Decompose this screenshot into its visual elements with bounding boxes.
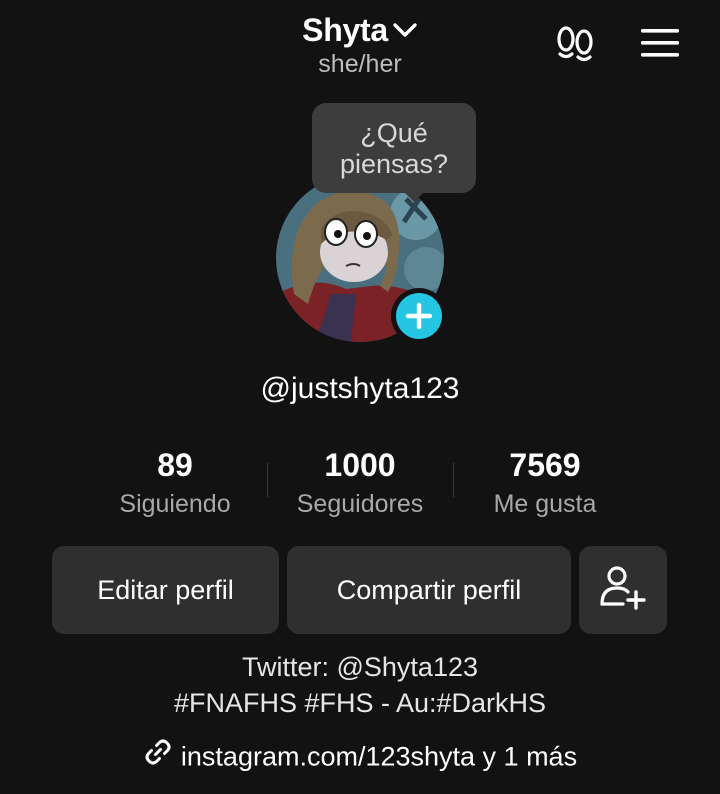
followers-label: Seguidores (296, 490, 424, 518)
hamburger-menu-icon[interactable] (638, 26, 682, 60)
plus-icon[interactable] (396, 293, 442, 339)
add-friend-button[interactable] (579, 546, 667, 634)
username: @justshyta123 (260, 372, 460, 405)
following-label: Siguiendo (119, 490, 231, 518)
chevron-down-icon[interactable] (392, 11, 418, 48)
add-user-icon (599, 564, 647, 617)
note-bubble-line-2: piensas? (339, 149, 449, 179)
pronouns: she/her (318, 50, 402, 78)
edit-profile-button[interactable]: Editar perfil (52, 546, 279, 634)
following-count: 89 (157, 447, 193, 483)
add-story-button[interactable] (391, 288, 447, 344)
display-name[interactable]: Shyta (302, 12, 388, 48)
profile-link[interactable]: instagram.com/123shyta y 1 más (0, 737, 720, 777)
likes-label: Me gusta (493, 490, 597, 518)
stat-followers[interactable]: 1000 Seguidores (260, 446, 460, 519)
followers-count: 1000 (324, 447, 396, 483)
stat-following[interactable]: 89 Siguiendo (75, 446, 275, 519)
note-bubble-tail (402, 190, 426, 202)
profile-link-text[interactable]: instagram.com/123shyta y 1 más (181, 742, 577, 772)
stat-likes[interactable]: 7569 Me gusta (445, 446, 645, 519)
note-bubble[interactable]: ¿Qué piensas? (312, 103, 476, 193)
account-switcher[interactable]: Shyta (0, 12, 720, 51)
share-profile-button[interactable]: Compartir perfil (287, 546, 571, 634)
link-icon (143, 737, 173, 774)
bio-line-2: #FNAFHS #FHS - Au:#DarkHS (173, 688, 547, 718)
footprints-icon[interactable] (553, 24, 597, 64)
note-bubble-line-1: ¿Qué (360, 118, 428, 148)
bio-line-1: Twitter: @Shyta123 (241, 652, 478, 682)
top-bar: Shyta she/her (0, 0, 720, 90)
likes-count: 7569 (509, 447, 581, 483)
